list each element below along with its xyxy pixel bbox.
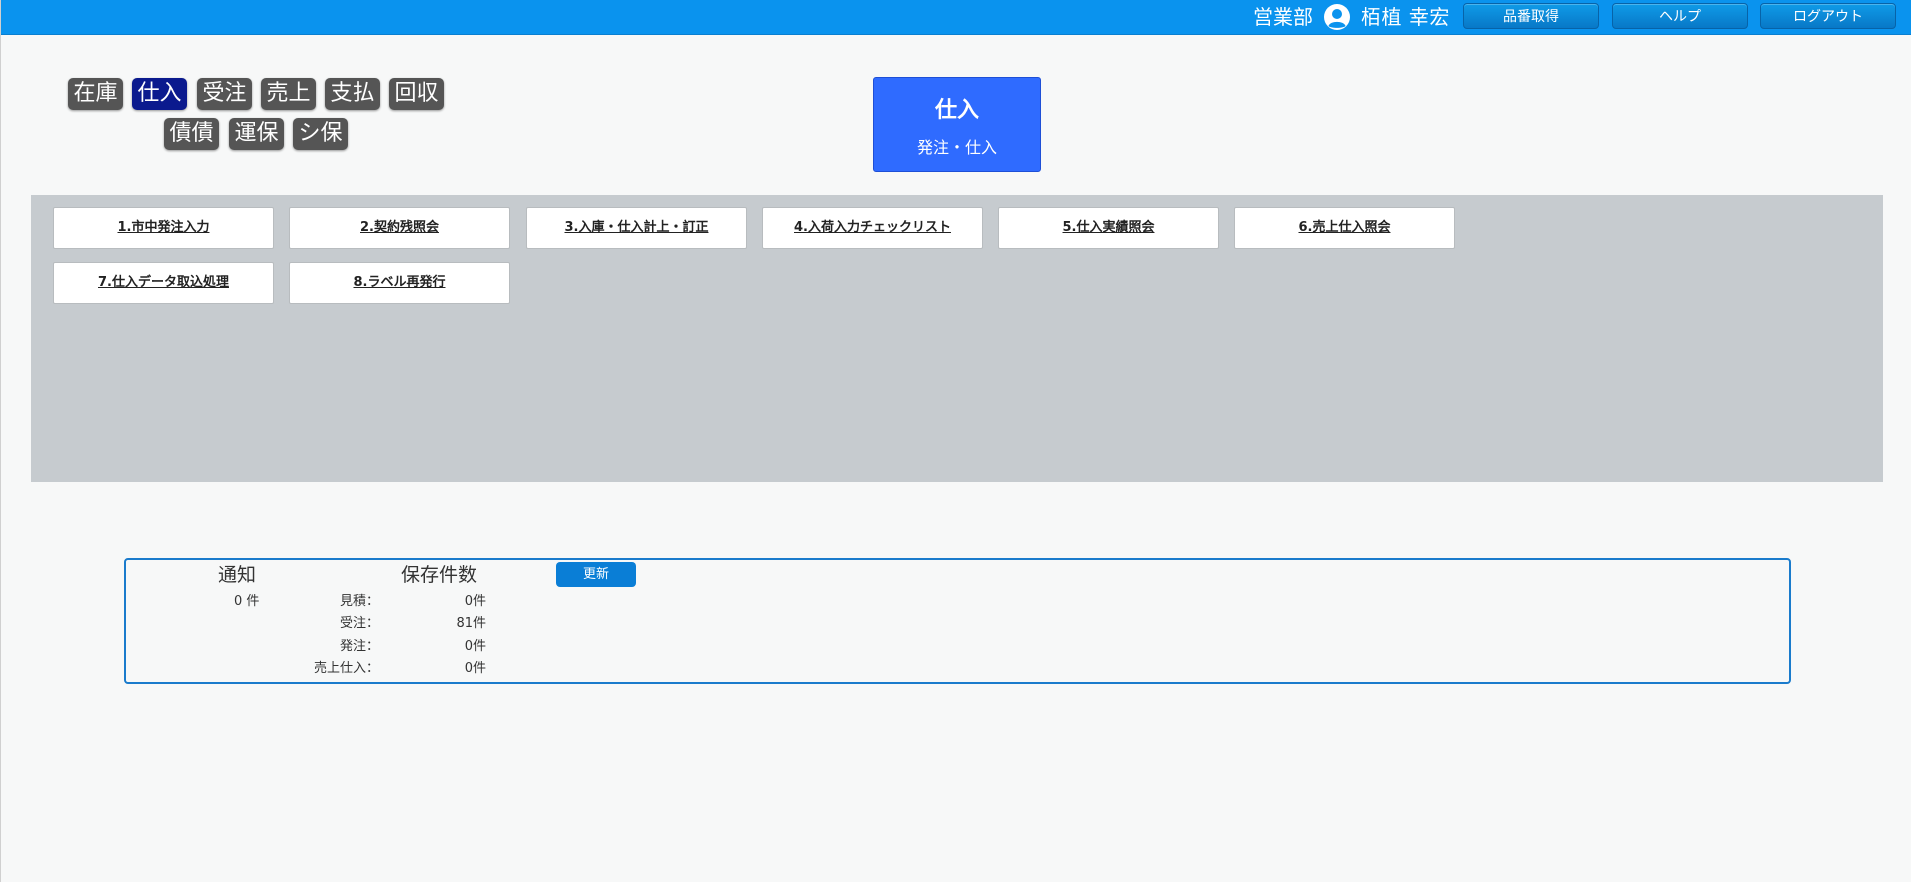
- saved-count-heading: 保存件数: [401, 564, 478, 586]
- department-label: 営業部: [1253, 5, 1313, 29]
- menu-item-market-order-entry[interactable]: 1.市中発注入力: [53, 207, 274, 249]
- menu-item-label-reissue[interactable]: 8.ラベル再発行: [289, 262, 510, 304]
- saved-count-value: 0件: [464, 639, 486, 654]
- category-tab-receivables[interactable]: 債債: [164, 118, 219, 150]
- category-tab-transport-insurance[interactable]: 運保: [229, 118, 284, 150]
- saved-count-value: 0件: [464, 594, 486, 609]
- menu-item-sales-purchase-inquiry[interactable]: 6.売上仕入照会: [1234, 207, 1455, 249]
- section-title: 仕入: [934, 98, 979, 123]
- help-button[interactable]: ヘルプ: [1612, 3, 1748, 29]
- saved-count-label: 見積：: [339, 594, 379, 609]
- get-part-number-button[interactable]: 品番取得: [1463, 3, 1599, 29]
- menu-item-purchase-data-import[interactable]: 7.仕入データ取込処理: [53, 262, 274, 304]
- menu-item-contract-balance-inquiry[interactable]: 2.契約残照会: [289, 207, 510, 249]
- section-subtitle: 発注・仕入: [916, 138, 997, 157]
- user-circle-icon: [1323, 3, 1351, 31]
- category-tab-payment[interactable]: 支払: [325, 78, 380, 110]
- top-bar: 営業部 栢植 幸宏 品番取得 ヘルプ ログアウト: [1, 0, 1911, 35]
- category-tab-orders[interactable]: 受注: [197, 78, 252, 110]
- category-tab-purchase[interactable]: 仕入: [132, 78, 187, 110]
- notice-heading: 通知: [218, 564, 257, 586]
- category-tab-collection[interactable]: 回収: [389, 78, 444, 110]
- info-panel: 通知 0 件 保存件数 更新 見積： 0件 受注： 81件 発注： 0件 売上仕…: [124, 558, 1791, 684]
- category-tab-shi-insurance[interactable]: シ保: [293, 118, 348, 150]
- saved-count-value: 0件: [464, 661, 486, 676]
- current-section-panel: 仕入 発注・仕入: [873, 77, 1041, 172]
- category-tab-sales[interactable]: 売上: [261, 78, 316, 110]
- user-name: 栢植 幸宏: [1361, 5, 1450, 29]
- saved-count-value: 81件: [456, 616, 486, 631]
- saved-count-label: 発注：: [339, 639, 379, 654]
- menu-area: 1.市中発注入力 2.契約残照会 3.入庫・仕入計上・訂正 4.入荷入力チェック…: [31, 195, 1883, 482]
- menu-item-arrival-checklist[interactable]: 4.入荷入力チェックリスト: [762, 207, 983, 249]
- refresh-button[interactable]: 更新: [556, 562, 636, 587]
- logout-button[interactable]: ログアウト: [1760, 3, 1896, 29]
- menu-item-receiving-purchase-entry[interactable]: 3.入庫・仕入計上・訂正: [526, 207, 747, 249]
- menu-item-purchase-results-inquiry[interactable]: 5.仕入実績照会: [998, 207, 1219, 249]
- saved-count-label: 売上仕入：: [313, 661, 379, 676]
- category-tab-inventory[interactable]: 在庫: [68, 78, 123, 110]
- saved-count-label: 受注：: [339, 616, 379, 631]
